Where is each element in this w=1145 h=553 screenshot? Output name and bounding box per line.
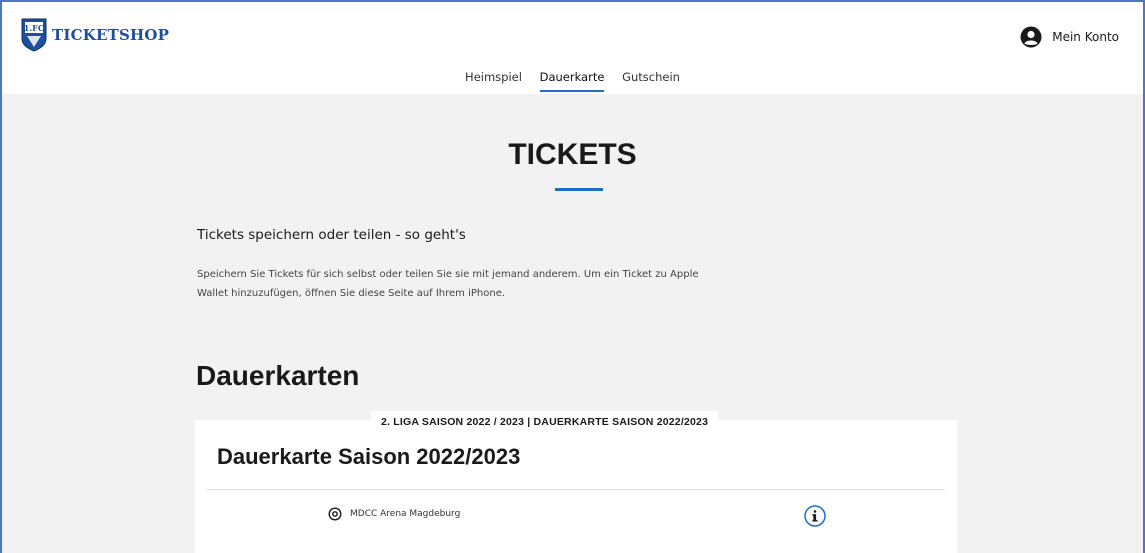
club-crest-icon: 1.FC — [21, 18, 47, 52]
account-button[interactable]: Mein Konto — [1020, 26, 1119, 48]
logo-label: 1.FC — [24, 23, 44, 33]
info-icon[interactable] — [804, 505, 826, 527]
nav-tabs: Heimspiel Dauerkarte Gutschein — [2, 70, 1143, 92]
header: 1.FC TICKETSHOP Mein Konto Heimspiel Dau… — [2, 2, 1143, 94]
page-title: TICKETS — [508, 138, 637, 171]
location-pin-icon — [328, 507, 342, 521]
card-tag: 2. LIGA SAISON 2022 / 2023 | DAUERKARTE … — [371, 411, 719, 433]
title-underline — [555, 188, 603, 191]
account-label: Mein Konto — [1052, 30, 1119, 44]
info-text: Speichern Sie Tickets für sich selbst od… — [197, 269, 699, 299]
venue: MDCC Arena Magdeburg — [328, 507, 460, 521]
tab-gutschein[interactable]: Gutschein — [622, 70, 680, 90]
logo[interactable]: 1.FC TICKETSHOP — [20, 17, 169, 53]
user-icon — [1020, 26, 1042, 48]
card-title: Dauerkarte Saison 2022/2023 — [217, 444, 521, 469]
brand-name: TICKETSHOP — [52, 26, 170, 44]
card-divider — [206, 489, 945, 490]
tab-heimspiel[interactable]: Heimspiel — [465, 70, 522, 90]
info-heading: Tickets speichern oder teilen - so geht'… — [197, 227, 466, 243]
venue-label: MDCC Arena Magdeburg — [350, 509, 461, 519]
section-title: Dauerkarten — [196, 360, 360, 391]
tab-dauerkarte[interactable]: Dauerkarte — [539, 70, 605, 92]
ticket-card[interactable] — [195, 420, 957, 553]
